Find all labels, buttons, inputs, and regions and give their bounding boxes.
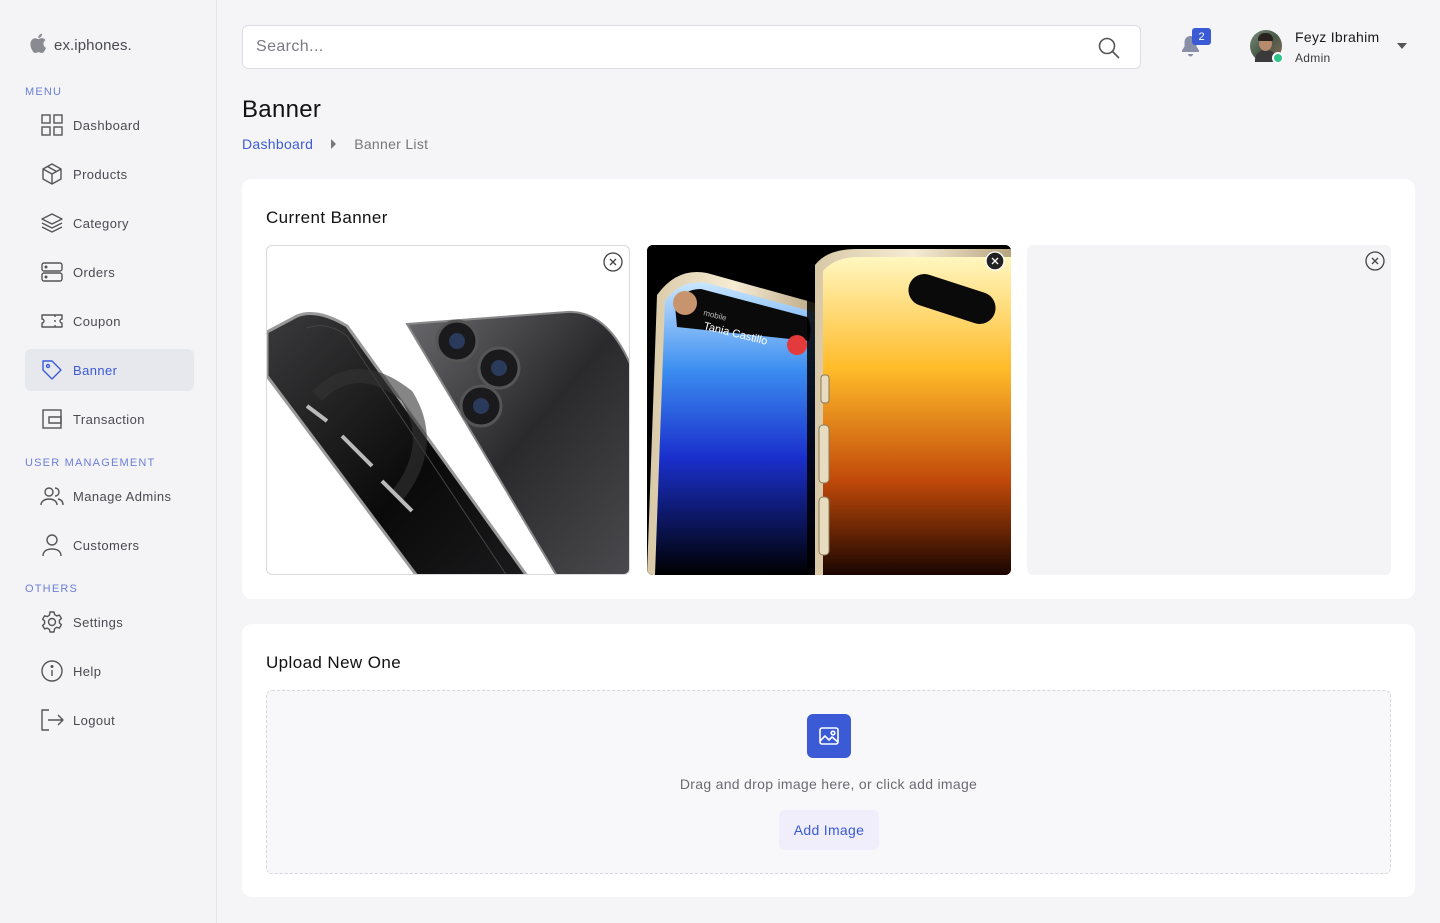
section-label-others: OTHERS (25, 583, 79, 595)
user-icon (40, 533, 64, 557)
sidebar-item-manage-admins[interactable]: Manage Admins (25, 475, 194, 517)
users-icon (40, 484, 64, 508)
section-label-menu: MENU (25, 86, 63, 98)
sidebar-item-dashboard[interactable]: Dashboard (25, 104, 194, 146)
sidebar-item-category[interactable]: Category (25, 202, 194, 244)
upload-card: Upload New One Drag and drop image here,… (242, 624, 1415, 897)
dropzone-text: Drag and drop image here, or click add i… (679, 776, 978, 792)
sidebar-item-label: Orders (73, 264, 116, 280)
sidebar-item-label: Dashboard (73, 117, 141, 133)
apple-logo-icon (28, 31, 50, 60)
notification-badge: 2 (1192, 28, 1211, 45)
image-upload-icon (807, 714, 851, 758)
sidebar-item-coupon[interactable]: Coupon (25, 300, 194, 342)
sidebar-item-products[interactable]: Products (25, 153, 194, 195)
layers-icon (40, 211, 64, 235)
image-dropzone[interactable]: Drag and drop image here, or click add i… (266, 690, 1391, 874)
upload-title: Upload New One (266, 653, 402, 672)
current-banner-card: Current Banner mobile Tania Castillo (242, 179, 1415, 599)
logo-text: ex.iphones. (54, 37, 132, 54)
sidebar-item-label: Category (73, 215, 129, 231)
sidebar-item-banner[interactable]: Banner (25, 349, 194, 391)
banner-slot-2: mobile Tania Castillo (647, 245, 1011, 575)
section-label-user-management: USER MANAGEMENT (25, 457, 156, 469)
search-bar (242, 25, 1141, 69)
ticket-icon (40, 309, 64, 333)
banner-slot-1 (266, 245, 630, 575)
sidebar-item-label: Banner (73, 362, 118, 378)
sidebar-item-settings[interactable]: Settings (25, 601, 194, 643)
gear-icon (40, 610, 64, 634)
chevron-down-icon[interactable] (1397, 43, 1407, 49)
sidebar: ex.iphones. MENU Dashboard Products Cate… (0, 0, 217, 923)
sidebar-item-transaction[interactable]: Transaction (25, 398, 194, 440)
sidebar-item-label: Settings (73, 614, 124, 630)
user-name[interactable]: Feyz Ibrahim (1295, 29, 1380, 45)
logout-icon (40, 708, 64, 732)
banner-slot-3-empty (1027, 245, 1391, 575)
info-icon (40, 659, 64, 683)
breadcrumb-caret-icon (331, 139, 337, 149)
wallet-icon (40, 407, 64, 431)
server-icon (40, 260, 64, 284)
breadcrumb-link-dashboard[interactable]: Dashboard (242, 136, 313, 152)
search-input[interactable] (256, 26, 1076, 68)
user-role: Admin (1295, 51, 1331, 65)
sidebar-item-customers[interactable]: Customers (25, 524, 194, 566)
banner-image-iphone-gold: mobile Tania Castillo (647, 245, 1011, 575)
search-icon[interactable] (1097, 36, 1121, 65)
sidebar-item-label: Logout (73, 712, 116, 728)
sidebar-item-label: Help (73, 663, 102, 679)
logo[interactable]: ex.iphones. (28, 31, 132, 60)
online-status-dot (1272, 52, 1284, 64)
remove-banner-3-icon[interactable] (1365, 251, 1385, 271)
sidebar-item-logout[interactable]: Logout (25, 699, 194, 741)
banner-image-iphone-graphite (267, 310, 629, 574)
box-icon (40, 162, 64, 186)
sidebar-item-label: Coupon (73, 313, 121, 329)
remove-banner-1-icon[interactable] (603, 252, 623, 272)
sidebar-item-label: Products (73, 166, 128, 182)
grid-icon (40, 113, 64, 137)
remove-banner-2-icon[interactable] (985, 251, 1005, 271)
sidebar-item-label: Manage Admins (73, 488, 172, 504)
sidebar-item-orders[interactable]: Orders (25, 251, 194, 293)
current-banner-title: Current Banner (266, 208, 388, 227)
sidebar-item-help[interactable]: Help (25, 650, 194, 692)
sidebar-item-label: Transaction (73, 411, 145, 427)
add-image-button[interactable]: Add Image (779, 810, 879, 850)
breadcrumb-current: Banner List (354, 136, 429, 152)
breadcrumb: Dashboard Banner List (242, 136, 428, 152)
tag-icon (40, 358, 64, 382)
sidebar-item-label: Customers (73, 537, 140, 553)
page-title: Banner (242, 96, 322, 123)
